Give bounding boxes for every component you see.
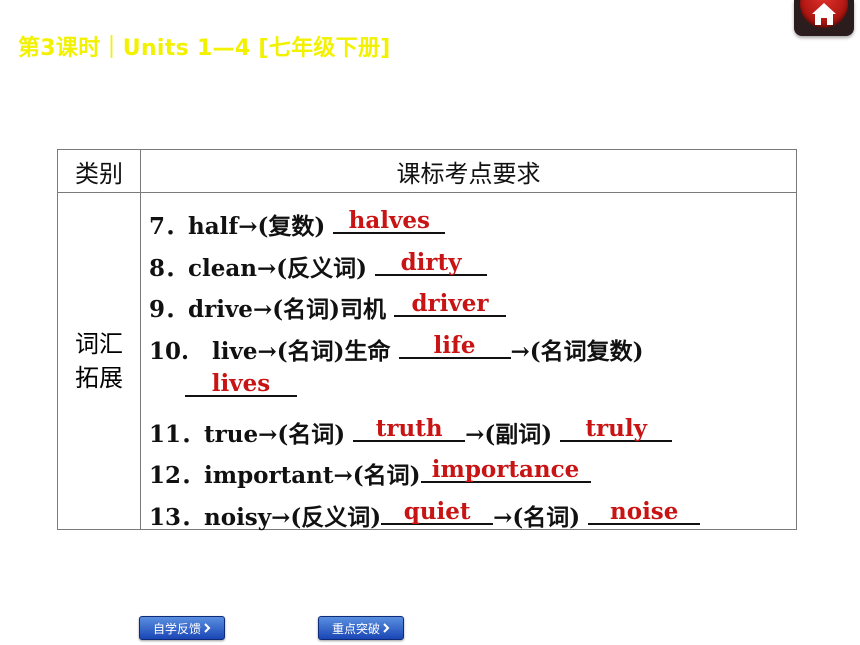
item-13-text: 13．noisy→(反义词)	[149, 504, 382, 531]
chevron-right-icon	[383, 623, 390, 633]
home-button[interactable]	[794, 0, 854, 36]
item-10-answer-2: lives	[211, 370, 271, 397]
item-9: 9．drive→(名词)司机 driver	[149, 290, 506, 324]
item-8-blank: dirty	[375, 249, 488, 276]
item-10-blank: life	[398, 332, 511, 359]
chevron-right-icon	[204, 623, 211, 633]
header-category: 类别	[57, 149, 141, 193]
home-icon	[812, 3, 836, 25]
item-7-text: 7．half→(复数)	[149, 213, 334, 240]
item-13-blank: quiet	[381, 498, 494, 525]
item-13: 13．noisy→(反义词) quiet →(名词) noise	[149, 498, 701, 532]
item-10: 10. live→(名词)生命 life →(名词复数)	[149, 332, 644, 366]
category-line-1: 词汇	[75, 330, 123, 358]
item-11: 11．true→(名词) truth →(副词) truly	[149, 415, 673, 449]
content-cell: 7．half→(复数) halves 8．clean→(反义词) dirty 9…	[140, 192, 797, 532]
item-8: 8．clean→(反义词) dirty	[149, 249, 488, 283]
item-13-blank-2: noise	[588, 498, 701, 525]
item-7: 7．half→(复数) halves	[149, 207, 446, 241]
item-8-answer: dirty	[400, 249, 462, 276]
item-9-blank: driver	[393, 290, 506, 317]
item-11-middle: →(副词)	[465, 421, 561, 448]
item-12-text: 12．important→(名词)	[149, 462, 421, 489]
item-11-answer-2: truly	[585, 415, 647, 442]
item-13-answer-2: noise	[610, 498, 679, 525]
item-12-blank: importance	[420, 456, 591, 483]
item-11-text: 11．true→(名词)	[149, 421, 354, 448]
item-7-blank: halves	[333, 207, 446, 234]
item-13-answer: quiet	[403, 498, 471, 525]
category-cell: 词汇 拓展	[57, 192, 141, 530]
item-10-answer: life	[433, 332, 476, 359]
item-11-blank: truth	[353, 415, 466, 442]
item-10-text: 10. live→(名词)生命	[149, 338, 399, 365]
item-7-answer: halves	[348, 207, 430, 234]
item-11-blank-2: truly	[560, 415, 673, 442]
item-13-middle: →(名词)	[493, 504, 589, 531]
page-title: 第3课时｜Units 1—4 [七年级下册]	[18, 36, 391, 61]
item-9-text: 9．drive→(名词)司机	[149, 296, 394, 323]
item-10-middle: →(名词复数)	[510, 338, 644, 365]
item-9-answer: driver	[411, 290, 489, 317]
item-10-blank-2: lives	[185, 370, 297, 397]
key-points-label: 重点突破	[331, 621, 380, 636]
header-requirement: 课标考点要求	[140, 149, 797, 193]
item-10-cont: lives	[185, 370, 297, 403]
requirements-table: 类别 课标考点要求 词汇 拓展 7．half→(复数) halves 8．cle…	[57, 149, 797, 532]
item-8-text: 8．clean→(反义词)	[149, 255, 376, 282]
self-study-label: 自学反馈	[152, 621, 201, 636]
self-study-button[interactable]: 自学反馈	[139, 616, 225, 640]
item-12: 12．important→(名词) importance	[149, 456, 591, 490]
item-11-answer: truth	[375, 415, 443, 442]
key-points-button[interactable]: 重点突破	[318, 616, 404, 640]
category-line-2: 拓展	[75, 364, 123, 392]
item-12-answer: importance	[431, 456, 580, 483]
